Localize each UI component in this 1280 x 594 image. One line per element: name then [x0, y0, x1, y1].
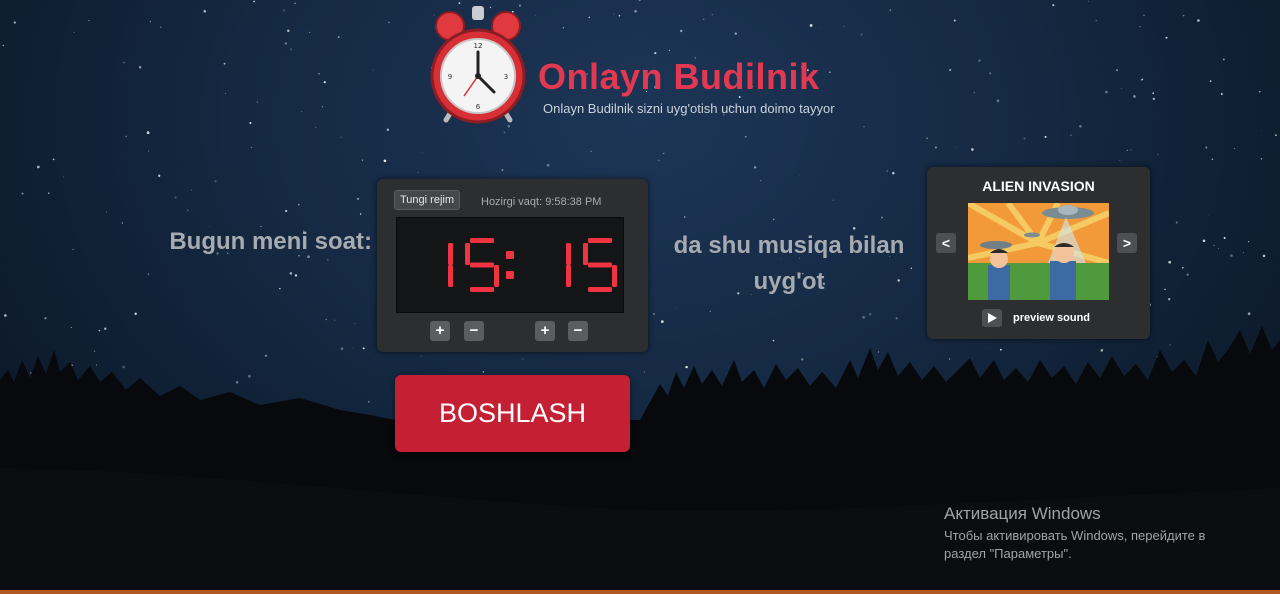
preview-sound-link[interactable]: preview sound [1013, 312, 1090, 324]
windows-activation-text: Чтобы активировать Windows, перейдите в … [944, 528, 1206, 561]
minutes-plus-button[interactable]: + [535, 321, 555, 341]
hours-minus-button[interactable]: − [464, 321, 484, 341]
minutes-digit [566, 243, 571, 287]
minutes-digit [583, 238, 617, 292]
track-artwork [968, 203, 1109, 300]
svg-text:6: 6 [476, 103, 481, 111]
hours-plus-button[interactable]: + [430, 321, 450, 341]
alarm-lead-text: Bugun meni soat: [169, 228, 372, 255]
next-track-button[interactable]: > [1117, 233, 1137, 253]
night-mode-button[interactable]: Tungi rejim [394, 190, 460, 210]
music-selector-panel: ALIEN INVASION < > preview sound [927, 167, 1150, 339]
alarm-time-display [396, 217, 624, 313]
track-title: ALIEN INVASION [982, 178, 1095, 194]
play-icon [988, 313, 997, 323]
hours-digit [465, 238, 499, 292]
minutes-minus-button[interactable]: − [568, 321, 588, 341]
alarm-minutes-digits [566, 238, 617, 292]
play-preview-button[interactable] [982, 309, 1002, 327]
prev-track-button[interactable]: < [936, 233, 956, 253]
bottom-accent-strip [0, 590, 1280, 594]
windows-activation-title: Активация Windows [944, 504, 1101, 523]
alarm-clock-icon: 12 3 6 9 [430, 6, 526, 124]
current-time-label: Hozirgi vaqt: 9:58:38 PM [481, 196, 602, 208]
time-separator [506, 251, 514, 279]
site-title[interactable]: Onlayn Budilnik [538, 56, 820, 98]
site-subtitle: Onlayn Budilnik sizni uyg'otish uchun do… [543, 101, 835, 116]
hours-digit [448, 243, 453, 287]
svg-text:9: 9 [448, 73, 452, 81]
alarm-trail-text: da shu musiqa bilan uyg'ot [673, 232, 905, 295]
start-alarm-button[interactable]: BOSHLASH [395, 375, 630, 452]
alarm-time-panel: Tungi rejim Hozirgi vaqt: 9:58:38 PM + −… [377, 179, 648, 352]
alarm-hours-digits [448, 238, 499, 292]
svg-text:3: 3 [504, 73, 508, 81]
svg-text:12: 12 [474, 42, 483, 50]
